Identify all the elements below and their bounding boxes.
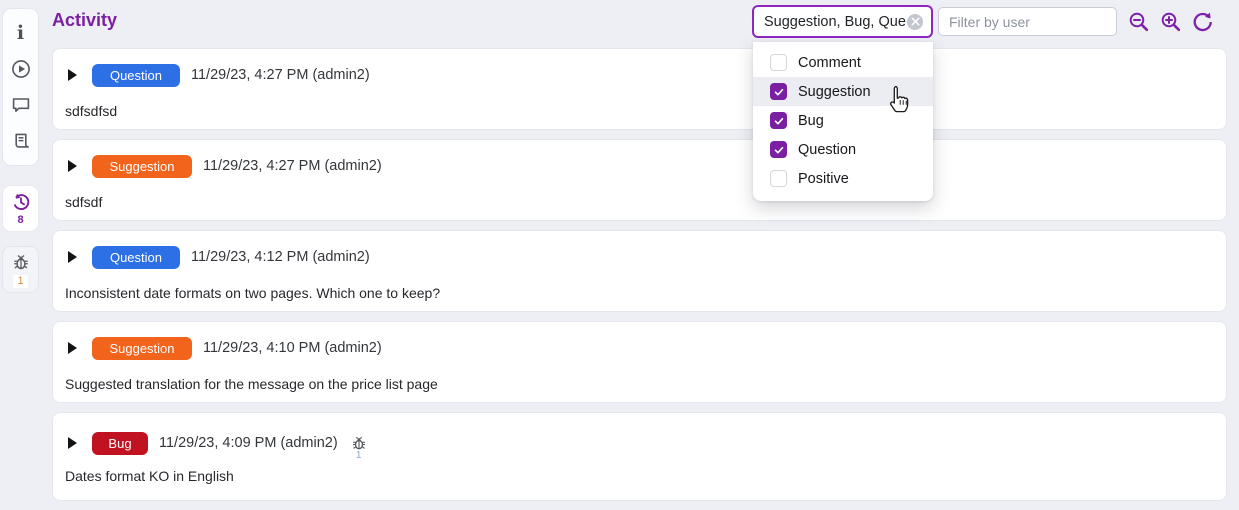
type-filter-combobox[interactable] [752,5,933,38]
type-badge: Suggestion [92,337,192,360]
option-label: Bug [798,113,824,129]
activity-card: Question 11/29/23, 4:27 PM (admin2) sdfs… [52,48,1227,130]
type-badge: Suggestion [92,155,192,178]
checkbox-unchecked[interactable] [770,170,787,187]
expand-caret-icon[interactable] [68,342,77,354]
type-badge: Question [92,64,180,87]
card-body-text: sdfsdf [65,194,1214,210]
bug-icon [351,435,367,451]
timestamp: 11/29/23, 4:27 PM (admin2) [191,67,370,83]
script-scroll-icon[interactable] [10,130,32,152]
checkbox-checked[interactable] [770,141,787,158]
zoom-out-magnifier-icon[interactable] [1128,11,1150,33]
bug-count-badge: 1 [13,275,27,288]
expand-caret-icon[interactable] [68,69,77,81]
timestamp: 11/29/23, 4:27 PM (admin2) [203,158,382,174]
card-body-text: sdfsdfsd [65,103,1214,119]
option-label: Suggestion [798,84,871,100]
timestamp: 11/29/23, 4:10 PM (admin2) [203,340,382,356]
activity-panel: i 8 1 [0,0,1239,510]
activity-card: Question 11/29/23, 4:12 PM (admin2) Inco… [52,230,1227,312]
expand-caret-icon[interactable] [68,160,77,172]
dropdown-option-suggestion[interactable]: Suggestion [753,77,933,106]
checkbox-checked[interactable] [770,112,787,129]
card-body-text: Suggested translation for the message on… [65,376,1214,392]
card-body-text: Inconsistent date formats on two pages. … [65,285,1214,301]
option-label: Comment [798,55,861,71]
dropdown-option-bug[interactable]: Bug [753,106,933,135]
bug-count-number: 1 [356,451,362,461]
refresh-icon[interactable] [1192,11,1214,33]
sidebar-item-history[interactable]: 8 [2,185,39,232]
clear-filter-icon[interactable] [907,14,923,30]
activity-card: Bug 11/29/23, 4:09 PM (admin2) 1 Dates f… [52,412,1227,501]
type-badge: Bug [92,432,148,455]
zoom-in-magnifier-icon[interactable] [1160,11,1182,33]
user-filter-input[interactable] [949,8,1106,35]
activity-card: Suggestion 11/29/23, 4:27 PM (admin2) sd… [52,139,1227,221]
expand-caret-icon[interactable] [68,437,77,449]
timestamp: 11/29/23, 4:09 PM (admin2) [159,435,338,451]
history-clock-icon [10,191,32,213]
history-count-badge: 8 [17,215,23,226]
comment-bubble-icon[interactable] [10,94,32,116]
type-filter-input[interactable] [764,14,907,30]
play-circle-icon[interactable] [10,58,32,80]
dropdown-option-question[interactable]: Question [753,135,933,164]
activity-card: Suggestion 11/29/23, 4:10 PM (admin2) Su… [52,321,1227,403]
checkbox-checked[interactable] [770,83,787,100]
info-icon[interactable]: i [10,22,32,44]
timestamp: 11/29/23, 4:12 PM (admin2) [191,249,370,265]
checkbox-unchecked[interactable] [770,54,787,71]
sidebar-tool-group: i [2,8,39,166]
bug-icon [10,251,32,273]
option-label: Positive [798,171,849,187]
user-filter-field[interactable] [938,7,1117,36]
type-badge: Question [92,246,180,269]
sidebar-item-bugs[interactable]: 1 [2,246,39,293]
dropdown-option-positive[interactable]: Positive [753,164,933,193]
type-filter-dropdown: Comment Suggestion Bug Question Positive [753,42,933,201]
dropdown-option-comment[interactable]: Comment [753,48,933,77]
option-label: Question [798,142,856,158]
card-bug-counter: 1 [351,435,367,461]
page-title: Activity [52,10,117,31]
card-body-text: Dates format KO in English [65,468,1214,484]
expand-caret-icon[interactable] [68,251,77,263]
